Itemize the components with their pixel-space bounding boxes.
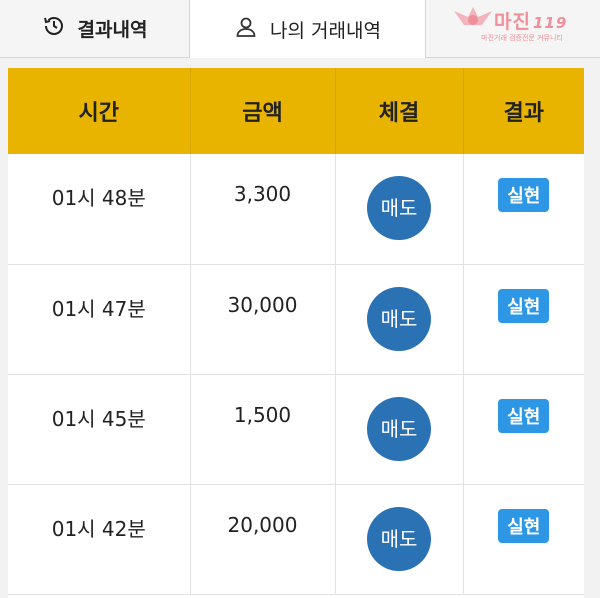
result-badge: 실현 [498,398,550,433]
tab-my-trades[interactable]: 나의 거래내역 [190,0,426,58]
cell-amount: 30,000 [190,264,336,375]
table-row: 01시 47분 30,000 매도 실현 [8,264,584,375]
result-badge: 실현 [498,508,550,543]
header-amount: 금액 [190,68,336,154]
cell-trade: 매도 [335,264,464,375]
header-time: 시간 [8,68,191,154]
history-icon [42,14,78,43]
cell-result: 실현 [463,154,584,265]
cell-amount: 1,500 [190,374,336,485]
cell-trade: 매도 [335,484,464,595]
table-row: 01시 42분 20,000 매도 실현 [8,484,584,595]
logo-text: 마진 119 [494,11,568,33]
logo-emblem-icon [454,7,492,25]
cell-time: 01시 42분 [8,484,191,595]
user-icon [234,15,270,44]
sell-button[interactable]: 매도 [367,506,431,571]
cell-result: 실현 [463,264,584,375]
site-logo: 마진 119 마진거래 검증전문 커뮤니티 [452,5,592,45]
table-row: 01시 48분 3,300 매도 실현 [8,154,584,265]
header-trade: 체결 [335,68,464,154]
cell-time: 01시 45분 [8,374,191,485]
cell-time: 01시 48분 [8,154,191,265]
tab-bar: 결과내역 나의 거래내역 마진 119 마진거래 검증전문 커뮤니티 [0,0,600,58]
tab-my-trades-label: 나의 거래내역 [270,19,381,42]
cell-time: 01시 47분 [8,264,191,375]
cell-result: 실현 [463,484,584,595]
tab-result-history[interactable]: 결과내역 [0,0,190,58]
table-header-row: 시간 금액 체결 결과 [8,68,584,154]
cell-amount: 20,000 [190,484,336,595]
sell-button[interactable]: 매도 [367,176,431,240]
result-badge: 실현 [498,178,550,212]
cell-trade: 매도 [335,374,464,485]
table-row: 01시 45분 1,500 매도 실현 [8,374,584,485]
tab-result-history-label: 결과내역 [77,19,148,41]
trade-history-table: 시간 금액 체결 결과 01시 48분 3,300 매도 실현 01시 47분 … [8,68,584,595]
logo-subtitle: 마진거래 검증전문 커뮤니티 [481,34,563,42]
cell-amount: 3,300 [190,154,336,265]
trade-history-card: 시간 금액 체결 결과 01시 48분 3,300 매도 실현 01시 47분 … [8,68,584,598]
sell-button[interactable]: 매도 [367,396,431,461]
header-result: 결과 [463,68,584,154]
result-badge: 실현 [498,288,550,323]
cell-trade: 매도 [335,154,464,265]
cell-result: 실현 [463,374,584,485]
sell-button[interactable]: 매도 [367,286,431,351]
